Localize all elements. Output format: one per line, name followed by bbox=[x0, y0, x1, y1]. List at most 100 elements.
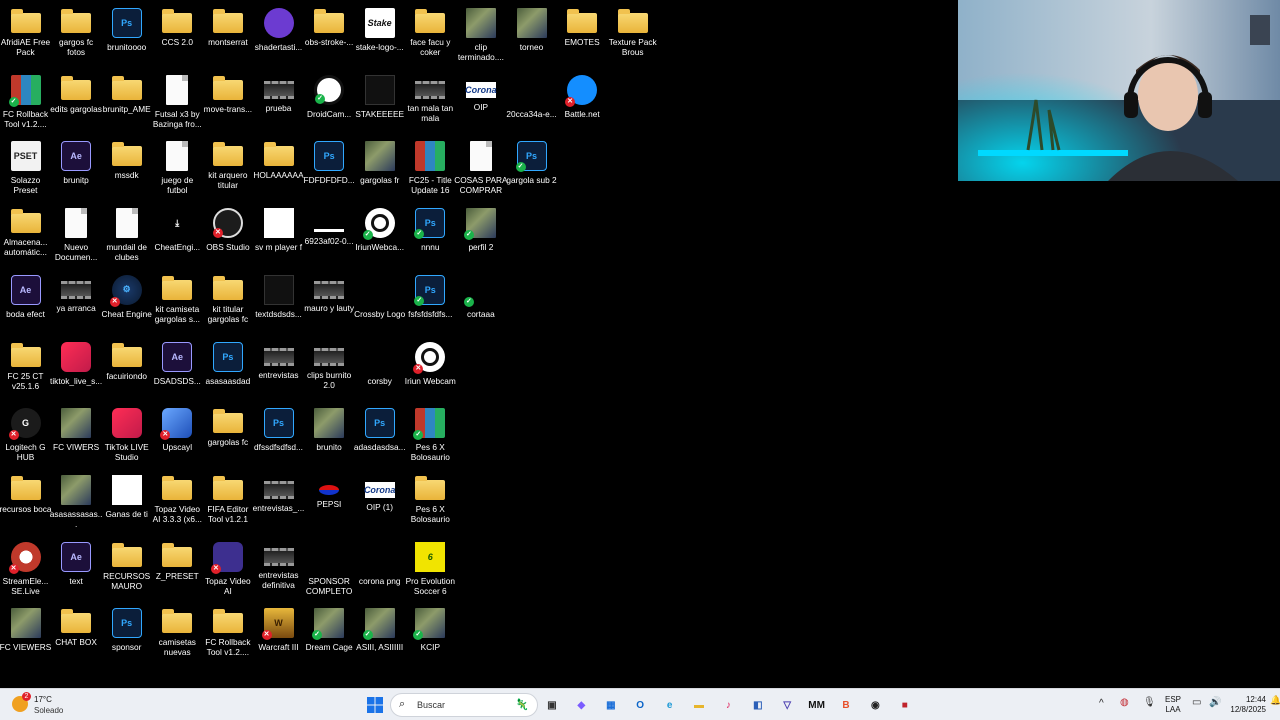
desktop-icon[interactable]: Nuevo Documen... bbox=[51, 203, 102, 267]
desktop-icon[interactable]: clips burnito 2.0 bbox=[304, 337, 355, 401]
desktop-icon[interactable]: Ps dfssdfsdfsd... bbox=[253, 403, 304, 467]
desktop-icon[interactable]: ✕ Iriun Webcam bbox=[405, 337, 456, 401]
desktop-icon[interactable]: Ae text bbox=[51, 537, 102, 601]
desktop-icon[interactable]: Ps ✓ gargola sub 2 bbox=[506, 136, 557, 200]
desktop-icon[interactable]: ✕ OBS Studio bbox=[202, 203, 253, 267]
desktop-icon[interactable]: ✕ Topaz Video AI bbox=[202, 537, 253, 601]
desktop-icon[interactable]: sv m player f bbox=[253, 203, 304, 267]
taskbar-obs-button[interactable]: ◉ bbox=[864, 694, 886, 716]
desktop-icon[interactable]: ✓ cortaaa bbox=[455, 270, 506, 334]
desktop-icon[interactable]: entrevistas_... bbox=[253, 470, 304, 534]
desktop-icon[interactable]: recursos boca bbox=[0, 470, 52, 534]
desktop-icon[interactable]: PSET Solazzo Preset bbox=[0, 136, 51, 200]
desktop-icon[interactable]: gargolas fr bbox=[354, 136, 405, 200]
desktop-icon[interactable]: Stake stake-logo-... bbox=[354, 3, 405, 67]
desktop-icon[interactable]: edits gargolas bbox=[50, 70, 102, 134]
desktop-icon[interactable]: facuiriondo bbox=[101, 337, 152, 401]
desktop-icon[interactable]: CHAT BOX bbox=[51, 603, 102, 667]
clock[interactable]: 12:44 12/8/2025 bbox=[1226, 695, 1266, 715]
desktop-icon[interactable]: COSAS PARA COMPRAR bbox=[454, 136, 508, 200]
desktop-icon[interactable]: tiktok_live_s... bbox=[50, 337, 102, 401]
desktop-icon[interactable]: Ganas de ti bbox=[101, 470, 152, 534]
desktop-icon[interactable]: ✓ KCIP bbox=[405, 603, 456, 667]
desktop-icon[interactable]: Ps ✓ nnnu bbox=[405, 203, 456, 267]
desktop-icon[interactable]: Ps brunitoooo bbox=[101, 3, 152, 67]
desktop-icon[interactable]: STAKEEEEE bbox=[354, 70, 405, 134]
desktop-icon[interactable]: kit arquero titular bbox=[202, 136, 253, 200]
desktop-icon[interactable]: entrevistas bbox=[253, 337, 304, 401]
desktop-icon[interactable]: 6 Pro Evolution Soccer 6 bbox=[405, 537, 456, 601]
desktop-icon[interactable]: FC25 - Title Update 16 bbox=[405, 136, 456, 200]
desktop-icon[interactable]: HOLAAAAAA bbox=[253, 136, 304, 200]
desktop-icon[interactable]: textdsdsds... bbox=[253, 270, 304, 334]
desktop-icon[interactable]: ✕ Battle.net bbox=[557, 70, 608, 134]
desktop-icon[interactable]: Ps adasdasdsa... bbox=[354, 403, 406, 467]
desktop-icon[interactable]: mauro y lauty bbox=[304, 270, 355, 334]
desktop-icon[interactable]: Crossby Logo bbox=[354, 270, 405, 334]
desktop-icon[interactable]: G ✕ Logitech G HUB bbox=[0, 403, 51, 467]
desktop-icon[interactable]: Ps sponsor bbox=[101, 603, 152, 667]
microphone-icon[interactable]: 🎙 bbox=[1143, 697, 1156, 708]
desktop-icon[interactable]: CCS 2.0 bbox=[152, 3, 203, 67]
desktop-icon[interactable]: Corona OIP bbox=[455, 70, 506, 134]
desktop-icon[interactable]: kit camiseta gargolas s... bbox=[152, 270, 203, 334]
desktop-icon[interactable]: ✓ Pes 6 X Bolosaurio bbox=[405, 403, 456, 467]
desktop-icon[interactable]: tan mala tan mala bbox=[405, 70, 456, 134]
desktop-icon[interactable]: PEPSI bbox=[304, 470, 355, 534]
desktop-icon[interactable]: asasassasas... bbox=[50, 470, 102, 534]
volume-icon[interactable]: 🔊 bbox=[1209, 697, 1221, 708]
taskbar-recorder-button[interactable]: ■ bbox=[894, 694, 916, 716]
desktop-icon[interactable]: mssdk bbox=[101, 136, 152, 200]
taskbar-copilot-button[interactable]: ◆ bbox=[570, 694, 592, 716]
desktop-icon[interactable]: FC 25 CT v25.1.6 bbox=[0, 337, 51, 401]
desktop-icon[interactable]: kit titular gargolas fc bbox=[202, 270, 253, 334]
desktop-icon[interactable]: corsby bbox=[354, 337, 405, 401]
desktop-icon[interactable]: obs-stroke-... bbox=[304, 3, 355, 67]
desktop-icon[interactable]: Ps asasaasdad bbox=[202, 337, 253, 401]
desktop-icon[interactable]: 20cca34a-e... bbox=[506, 70, 557, 134]
desktop-icon[interactable]: move-trans... bbox=[202, 70, 253, 134]
desktop-icon[interactable]: brunito bbox=[304, 403, 355, 467]
desktop-icon[interactable]: brunitp_AME bbox=[101, 70, 152, 134]
desktop-icon[interactable]: EMOTES bbox=[557, 3, 608, 67]
desktop-icon[interactable]: Ps FDFDFDFD... bbox=[304, 136, 355, 200]
network-icon[interactable]: ▭ bbox=[1192, 697, 1201, 708]
desktop-icon[interactable]: Corona OIP (1) bbox=[354, 470, 405, 534]
desktop-icon[interactable]: Pes 6 X Bolosaurio bbox=[405, 470, 456, 534]
taskbar-brave-button[interactable]: B bbox=[835, 694, 857, 716]
desktop-icon[interactable]: face facu y coker bbox=[405, 3, 456, 67]
desktop-icon[interactable]: gargolas fc bbox=[202, 403, 253, 467]
desktop-icon[interactable]: FC VIWERS bbox=[51, 403, 102, 467]
desktop-icon[interactable]: gargos fc fotos bbox=[51, 3, 102, 67]
desktop-icon[interactable]: AfridiAE Free Pack bbox=[0, 3, 51, 67]
desktop-icon[interactable]: ✓ Dream Cage bbox=[304, 603, 355, 667]
tray-app-icon[interactable]: ◍ bbox=[1120, 697, 1129, 708]
desktop-icon[interactable]: montserrat bbox=[202, 3, 253, 67]
desktop-icon[interactable]: RECURSOS MAURO bbox=[101, 537, 152, 601]
desktop-icon[interactable]: ⚙ ✕ Cheat Engine bbox=[101, 270, 152, 334]
weather-widget[interactable]: 2 17°C Soleado bbox=[12, 692, 92, 718]
desktop-icon[interactable]: Topaz Video AI 3.3.3 (x6... bbox=[152, 470, 203, 534]
taskbar-store-button[interactable]: ▦ bbox=[600, 694, 622, 716]
desktop-icon[interactable]: ⤓ CheatEngi... bbox=[152, 203, 203, 267]
desktop-icon[interactable]: Almacena... automátic... bbox=[0, 203, 51, 267]
desktop-icon[interactable]: W ✕ Warcraft III bbox=[253, 603, 304, 667]
notification-bell-icon[interactable]: 🔔 bbox=[1270, 695, 1280, 706]
desktop-icon[interactable]: Texture Pack Brous bbox=[607, 3, 658, 67]
desktop-icon[interactable]: camisetas nuevas bbox=[152, 603, 203, 667]
desktop-icon[interactable]: ✓ ASIII, ASIIIIII bbox=[354, 603, 405, 667]
desktop-icon[interactable]: TikTok LIVE Studio bbox=[101, 403, 152, 467]
desktop-icon[interactable]: clip terminado.... bbox=[455, 3, 506, 67]
desktop-icon[interactable]: ✕ StreamEle... SE.Live bbox=[0, 537, 51, 601]
desktop-icon[interactable]: mundail de clubes bbox=[101, 203, 152, 267]
taskbar-mm-button[interactable]: MM bbox=[806, 694, 828, 716]
desktop-icon[interactable]: FC Rollback Tool v1.2.... bbox=[202, 603, 253, 667]
desktop-icon[interactable]: entrevistas definitiva bbox=[253, 537, 304, 601]
desktop-icon[interactable]: ✓ IriunWebca... bbox=[354, 203, 405, 267]
taskbar-app-blue-button[interactable]: ◧ bbox=[747, 694, 769, 716]
desktop-icon[interactable]: juego de futbol bbox=[152, 136, 203, 200]
desktop-icon[interactable]: 6923af02-0... bbox=[304, 203, 355, 267]
desktop-icon[interactable]: FC VIEWERS bbox=[0, 603, 51, 667]
desktop-icon[interactable]: Ae DSADSDS... bbox=[152, 337, 203, 401]
taskbar-app-shield-button[interactable]: ▽ bbox=[776, 694, 798, 716]
